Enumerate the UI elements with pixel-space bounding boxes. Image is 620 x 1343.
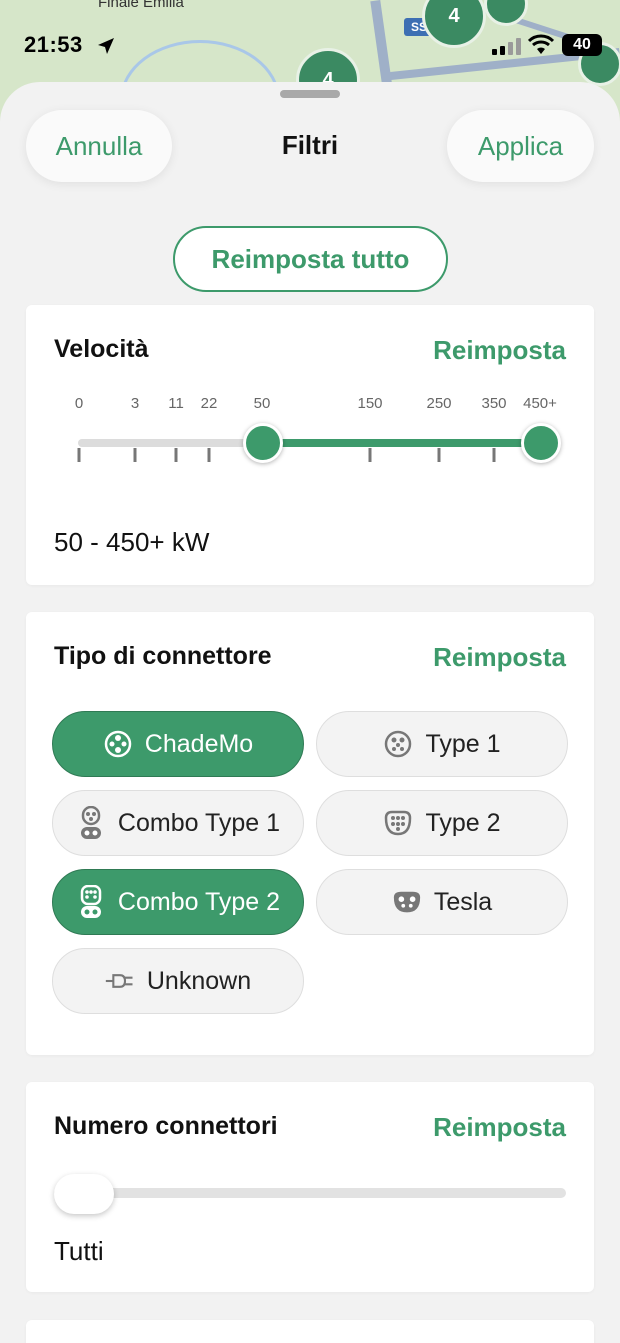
connector-chip-label: Combo Type 1: [117, 808, 281, 837]
cellular-signal-icon: [492, 37, 521, 55]
speed-tick-label: 350: [481, 395, 507, 412]
connector-type-title: Tipo di connettore: [54, 642, 272, 670]
speed-tick-label: 22: [200, 395, 218, 412]
connector-count-card: Numero connettori Reimposta Tutti: [26, 1082, 594, 1292]
connector-chip-combo-type2[interactable]: Combo Type 2: [52, 869, 304, 935]
connector-chip-label: Unknown: [146, 966, 252, 995]
speed-tick-label: 0: [74, 395, 84, 412]
speed-tick-mark: [174, 448, 178, 462]
battery-indicator: 40: [562, 34, 602, 56]
tesla-icon: [392, 887, 422, 917]
speed-tick-mark: [77, 448, 81, 462]
apply-button[interactable]: Applica: [447, 110, 594, 182]
plug-icon: [105, 966, 135, 996]
connector-chip-type2[interactable]: Type 2: [316, 790, 568, 856]
speed-tick-mark: [133, 448, 137, 462]
connector-chip-chademo[interactable]: ChadeMo: [52, 711, 304, 777]
connector-count-track[interactable]: [54, 1188, 566, 1198]
filter-sheet: Annulla Filtri Applica Reimposta tutto V…: [0, 82, 620, 1343]
speed-tick-label: 11: [168, 395, 184, 412]
speed-tick-mark: [437, 448, 441, 462]
speed-tick-label: 450+: [523, 395, 557, 412]
speed-range-value: 50 - 450+ kW: [54, 527, 210, 557]
connector-chip-unknown[interactable]: Unknown: [52, 948, 304, 1014]
connector-count-title: Numero connettori: [54, 1112, 278, 1140]
connector-chip-label: Combo Type 2: [117, 887, 281, 916]
speed-min-thumb[interactable]: [243, 423, 283, 463]
map-place-label: Finale Emilia: [98, 0, 184, 11]
connector-chip-label: ChadeMo: [144, 729, 254, 758]
connector-type-reset-button[interactable]: Reimposta: [433, 642, 566, 673]
speed-tick-label: 3: [130, 395, 140, 412]
speed-title: Velocità: [54, 335, 149, 363]
connector-chip-label: Type 2: [425, 808, 501, 837]
wifi-icon: [528, 34, 554, 54]
connector-count-thumb[interactable]: [54, 1174, 114, 1214]
reset-all-button[interactable]: Reimposta tutto: [173, 226, 448, 292]
speed-tick-mark: [207, 448, 211, 462]
status-bar: 21:53 40: [0, 28, 620, 62]
speed-tick-mark: [368, 448, 372, 462]
sheet-grabber[interactable]: [280, 90, 340, 98]
connector-chip-label: Type 1: [425, 729, 501, 758]
speed-tick-label: 250: [426, 395, 452, 412]
chademo-icon: [103, 729, 133, 759]
speed-tick-label: 150: [357, 395, 383, 412]
connector-count-value: Tutti: [54, 1236, 104, 1266]
speed-tick-label: 50: [253, 395, 271, 412]
type1-icon: [383, 729, 413, 759]
type2-icon: [383, 808, 413, 838]
connector-chip-label: Tesla: [433, 887, 493, 916]
connector-count-reset-button[interactable]: Reimposta: [433, 1112, 566, 1143]
connector-chip-combo-type1[interactable]: Combo Type 1: [52, 790, 304, 856]
speed-tick-mark: [492, 448, 496, 462]
connector-chip-tesla[interactable]: Tesla: [316, 869, 568, 935]
connector-chip-type1[interactable]: Type 1: [316, 711, 568, 777]
speed-track-active[interactable]: [262, 439, 540, 447]
connector-type-card: Tipo di connettore Reimposta ChadeMo Typ…: [26, 612, 594, 1055]
speed-filter-card: Velocità Reimposta 0 3 11 22 50 150 250 …: [26, 305, 594, 585]
speed-max-thumb[interactable]: [521, 423, 561, 463]
combo-type2-icon: [76, 885, 106, 918]
next-filter-card: [26, 1320, 594, 1343]
speed-reset-button[interactable]: Reimposta: [433, 335, 566, 366]
status-time: 21:53: [24, 32, 83, 57]
combo-type1-icon: [76, 806, 106, 839]
location-arrow-icon: [98, 38, 114, 54]
